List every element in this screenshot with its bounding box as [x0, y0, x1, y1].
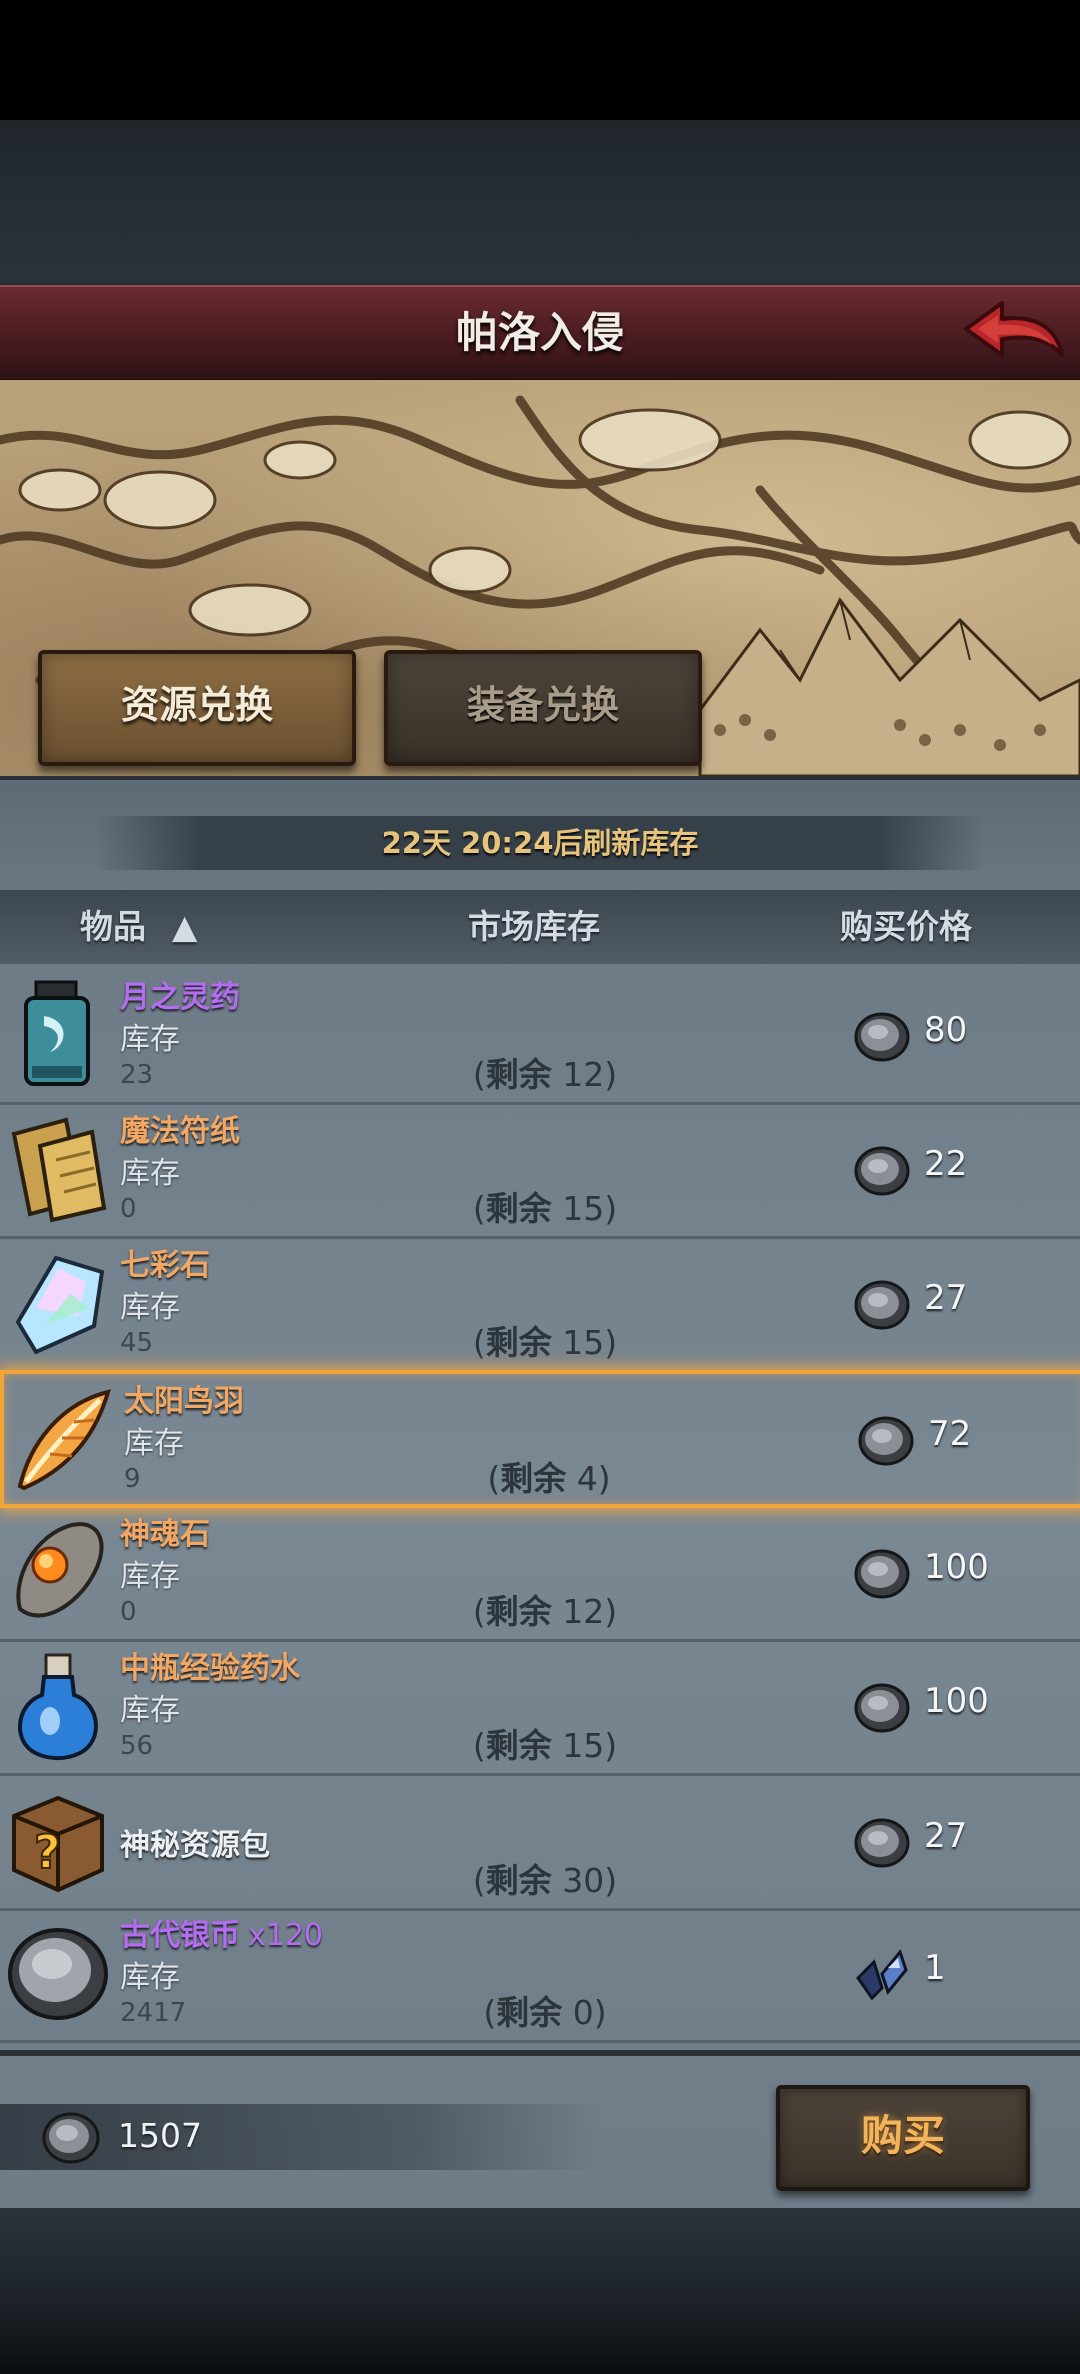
divider — [0, 2050, 1080, 2056]
buy-button[interactable]: 购买 — [776, 2085, 1030, 2191]
silver-coin-icon — [852, 1547, 912, 1601]
tab-resource-exchange[interactable]: 资源兑换 — [38, 650, 356, 766]
stock-label: 库存 — [124, 1426, 184, 1461]
price-value: 1 — [924, 1948, 946, 1988]
price-value: 80 — [924, 1010, 968, 1050]
soul-stone-icon — [6, 1517, 110, 1627]
remaining-stock: (剩余 15) — [472, 1189, 618, 1228]
item-row-rainbow-stone[interactable]: 七彩石库存 45 (剩余 15) 27 — [0, 1238, 1080, 1373]
stock-label: 库存 — [120, 1693, 180, 1728]
stock-value: 0 — [120, 1194, 137, 1224]
item-row-magic-paper[interactable]: 魔法符纸库存 0 (剩余 15) 22 — [0, 1104, 1080, 1239]
item-row-exp-potion[interactable]: 中瓶经验药水 库存 56 (剩余 15) 100 — [0, 1641, 1080, 1776]
stock-value: 56 — [120, 1731, 154, 1761]
item-row-soul-stone[interactable]: 神魂石库存 0 (剩余 12) 100 — [0, 1507, 1080, 1642]
item-row-moon-potion[interactable]: 月之灵药库存 23 (剩余 12) 80 — [0, 970, 1080, 1105]
silver-coin-icon — [852, 1816, 912, 1870]
price-value: 100 — [924, 1681, 989, 1721]
item-name: 魔法符纸 — [120, 1114, 240, 1149]
stock-label: 库存 — [120, 1156, 180, 1191]
remaining-stock: (剩余 12) — [472, 1592, 618, 1631]
column-item[interactable]: 物品 — [80, 890, 146, 964]
item-name: 神秘资源包 — [120, 1828, 270, 1863]
stock-label: 库存 — [120, 1960, 180, 1995]
magic-paper-icon — [6, 1114, 110, 1224]
price-value: 22 — [924, 1144, 968, 1184]
stock-label: 库存 — [120, 1559, 180, 1594]
item-name: 古代银币 x120 — [120, 1918, 324, 1953]
app-root: 帕洛入侵 资源兑换 装备兑换 22天 20:24后刷新库存 物品 ▲ 市场库存 … — [0, 0, 1080, 2374]
silver-coin-icon — [852, 1144, 912, 1198]
mystery-box-icon: ? — [6, 1786, 110, 1896]
back-button[interactable] — [958, 295, 1068, 373]
remaining-stock: (剩余 12) — [472, 1055, 618, 1094]
refresh-timer: 22天 20:24后刷新库存 — [95, 816, 985, 870]
bottom-backdrop — [0, 2208, 1080, 2374]
rainbow-stone-icon — [6, 1248, 110, 1358]
column-price: 购买价格 — [840, 907, 972, 946]
silver-coin-icon — [852, 1010, 912, 1064]
shop-panel: 22天 20:24后刷新库存 物品 ▲ 市场库存 购买价格 月之灵药 库存 23 (剩… — [0, 776, 1080, 2212]
sort-arrow-icon: ▲ — [172, 907, 198, 946]
price-value: 100 — [924, 1547, 989, 1587]
silver-coin-icon — [852, 1278, 912, 1332]
balance-amount: 1507 — [118, 2116, 202, 2155]
item-name: 中瓶经验药水 — [120, 1651, 300, 1686]
column-market-stock: 市场库存 — [468, 907, 600, 946]
item-row-ancient-silver-coin[interactable]: 古代银币 x120 库存 2417 (剩余 0) 1 — [0, 1908, 1080, 2043]
item-name: 七彩石 — [120, 1248, 210, 1283]
price-value: 27 — [924, 1816, 968, 1856]
silver-coin-icon — [42, 2112, 100, 2164]
item-name: 月之灵药 — [120, 980, 240, 1015]
stock-label: 库存 — [120, 1022, 180, 1057]
stock-value: 0 — [120, 1597, 137, 1627]
item-name: 太阳鸟羽 — [124, 1384, 244, 1419]
item-row-sunbird-feather[interactable]: 太阳鸟羽库存 9 (剩余 4) 72 — [0, 1370, 1080, 1508]
exp-potion-icon — [6, 1651, 110, 1761]
stock-label: 库存 — [120, 1290, 180, 1325]
silver-coin-icon — [852, 1681, 912, 1735]
stock-value: 9 — [124, 1464, 141, 1494]
item-name: 神魂石 — [120, 1517, 210, 1552]
silver-coin-icon — [856, 1414, 916, 1468]
status-bar-area — [0, 0, 1080, 120]
title-bar: 帕洛入侵 — [0, 285, 1080, 382]
remaining-stock: (剩余 15) — [472, 1726, 618, 1765]
stock-value: 45 — [120, 1328, 154, 1358]
price-value: 72 — [928, 1414, 972, 1454]
stock-value: 23 — [120, 1060, 154, 1090]
remaining-stock: (剩余 30) — [472, 1861, 618, 1900]
moon-potion-icon — [6, 980, 110, 1090]
back-arrow-icon — [964, 301, 1064, 357]
crystal-shard-icon — [852, 1948, 912, 2002]
remaining-stock: (剩余 0) — [483, 1993, 607, 2032]
page-title: 帕洛入侵 — [455, 308, 624, 357]
sunbird-feather-icon — [10, 1384, 114, 1494]
svg-text:?: ? — [34, 1825, 61, 1879]
tab-equipment-exchange[interactable]: 装备兑换 — [384, 650, 702, 766]
remaining-stock: (剩余 15) — [472, 1323, 618, 1362]
price-value: 27 — [924, 1278, 968, 1318]
header-backdrop — [0, 120, 1080, 285]
stock-value: 2417 — [120, 1998, 187, 2028]
table-header: 物品 ▲ 市场库存 购买价格 — [0, 890, 1080, 964]
remaining-stock: (剩余 4) — [487, 1459, 611, 1498]
item-row-mystery-pack[interactable]: ? 神秘资源包 (剩余 30) 27 — [0, 1776, 1080, 1911]
ancient-silver-coin-icon — [6, 1918, 110, 2028]
